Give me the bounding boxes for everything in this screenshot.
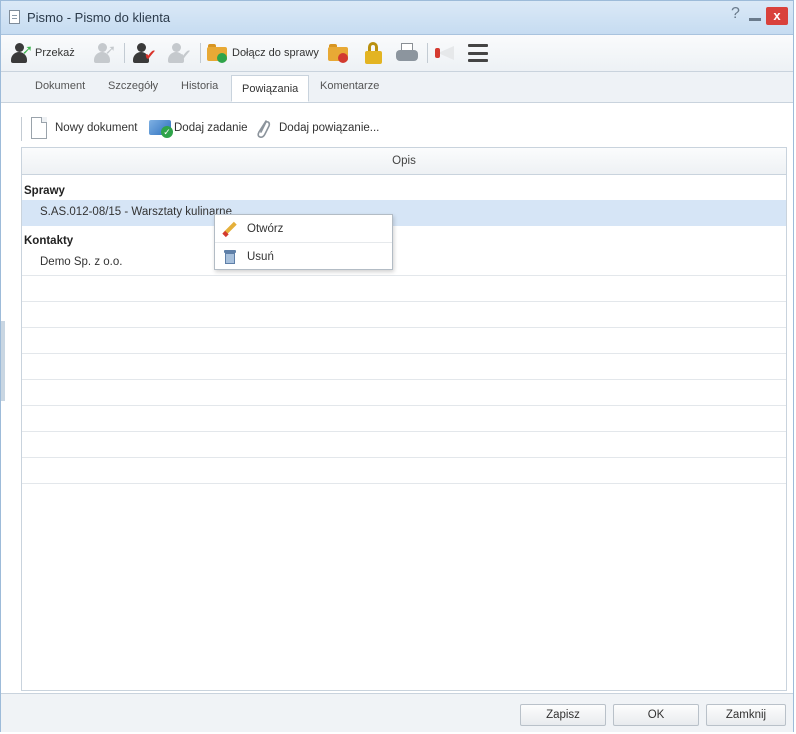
empty-row (22, 354, 786, 380)
group-header-sprawy[interactable]: Sprawy (22, 182, 786, 200)
print-button[interactable] (396, 42, 418, 64)
attach-to-case-button[interactable]: Dołącz do sprawy (207, 42, 319, 64)
column-header-opis[interactable]: Opis (22, 148, 786, 175)
hamburger-menu-icon (468, 44, 488, 62)
forward-label: Przekaż (35, 47, 75, 59)
empty-row (22, 302, 786, 328)
accept-button[interactable]: ✔ (132, 42, 157, 64)
new-document-button[interactable]: Nowy dokument (31, 115, 137, 141)
empty-row (22, 432, 786, 458)
close-window-button[interactable]: x (766, 7, 788, 25)
table-row[interactable]: S.AS.012-08/15 - Warsztaty kulinarne (22, 200, 786, 226)
action-separator (21, 117, 22, 141)
add-link-label: Dodaj powiązanie... (279, 122, 380, 134)
dialog-window: Pismo - Pismo do klienta ? x ➚ Przekaż ➚… (0, 0, 794, 732)
empty-row (22, 276, 786, 302)
title-bar: Pismo - Pismo do klienta ? x (1, 1, 793, 35)
accept-user-disabled-icon: ✔ (167, 42, 192, 64)
menu-item-delete[interactable]: Usuń (215, 243, 392, 270)
pencil-icon (222, 221, 237, 237)
minimize-button[interactable] (749, 18, 761, 21)
menu-item-open[interactable]: Otwórz (215, 215, 392, 243)
tab-szczegoly[interactable]: Szczegóły (108, 80, 158, 92)
empty-row (22, 458, 786, 484)
tab-dokument[interactable]: Dokument (35, 80, 85, 92)
folder-add-icon (207, 44, 229, 63)
context-menu: Otwórz Usuń (214, 214, 393, 270)
window-resize-edge[interactable] (1, 321, 5, 401)
forward-disabled-button[interactable]: ➚ (93, 42, 116, 64)
forward-user-icon: ➚ (10, 42, 33, 64)
toolbar-separator (200, 43, 201, 63)
add-task-label: Dodaj zadanie (174, 122, 248, 134)
announce-button[interactable] (435, 42, 457, 64)
new-document-icon (31, 117, 47, 139)
toolbar-separator (124, 43, 125, 63)
remove-from-case-button[interactable] (328, 42, 350, 64)
attach-to-case-label: Dołącz do sprawy (232, 47, 319, 59)
table-row[interactable]: Demo Sp. z o.o. (22, 250, 786, 276)
links-grid: Opis Sprawy S.AS.012-08/15 - Warsztaty k… (21, 147, 787, 691)
trash-icon (224, 249, 236, 264)
accept-disabled-button[interactable]: ✔ (167, 42, 192, 64)
save-button[interactable]: Zapisz (520, 704, 606, 726)
toolbar-separator (427, 43, 428, 63)
action-bar: Nowy dokument ✓ Dodaj zadanie Dodaj powi… (1, 111, 793, 147)
close-button[interactable]: Zamknij (706, 704, 786, 726)
tab-bar: Dokument Szczegóły Historia Powiązania K… (1, 72, 793, 103)
empty-row (22, 380, 786, 406)
task-check-icon: ✓ (149, 118, 173, 138)
accept-user-icon: ✔ (132, 42, 157, 64)
add-task-button[interactable]: ✓ Dodaj zadanie (149, 115, 248, 141)
dialog-footer: Zapisz OK Zamknij (1, 693, 793, 732)
add-link-button[interactable]: Dodaj powiązanie... (255, 115, 379, 141)
printer-icon (396, 43, 418, 63)
tab-historia[interactable]: Historia (181, 80, 218, 92)
lock-icon (365, 42, 383, 64)
tab-komentarze[interactable]: Komentarze (320, 80, 379, 92)
menu-button[interactable] (468, 42, 488, 64)
empty-row (22, 406, 786, 432)
document-icon (9, 10, 20, 24)
menu-item-open-label: Otwórz (247, 222, 284, 235)
new-document-label: Nowy dokument (55, 122, 138, 134)
menu-item-delete-label: Usuń (247, 250, 274, 263)
ok-button[interactable]: OK (613, 704, 699, 726)
window-title: Pismo - Pismo do klienta (27, 10, 171, 25)
forward-user-disabled-icon: ➚ (93, 42, 116, 64)
group-header-kontakty[interactable]: Kontakty (22, 232, 786, 250)
tab-powiazania[interactable]: Powiązania (231, 75, 310, 102)
paperclip-icon (257, 120, 271, 138)
folder-remove-icon (328, 44, 350, 63)
help-icon[interactable]: ? (731, 5, 740, 23)
lock-button[interactable] (365, 42, 383, 64)
forward-button[interactable]: ➚ Przekaż (10, 42, 75, 64)
megaphone-icon (435, 44, 457, 62)
empty-row (22, 328, 786, 354)
toolbar: ➚ Przekaż ➚ ✔ ✔ Dołącz do sprawy (1, 35, 793, 72)
